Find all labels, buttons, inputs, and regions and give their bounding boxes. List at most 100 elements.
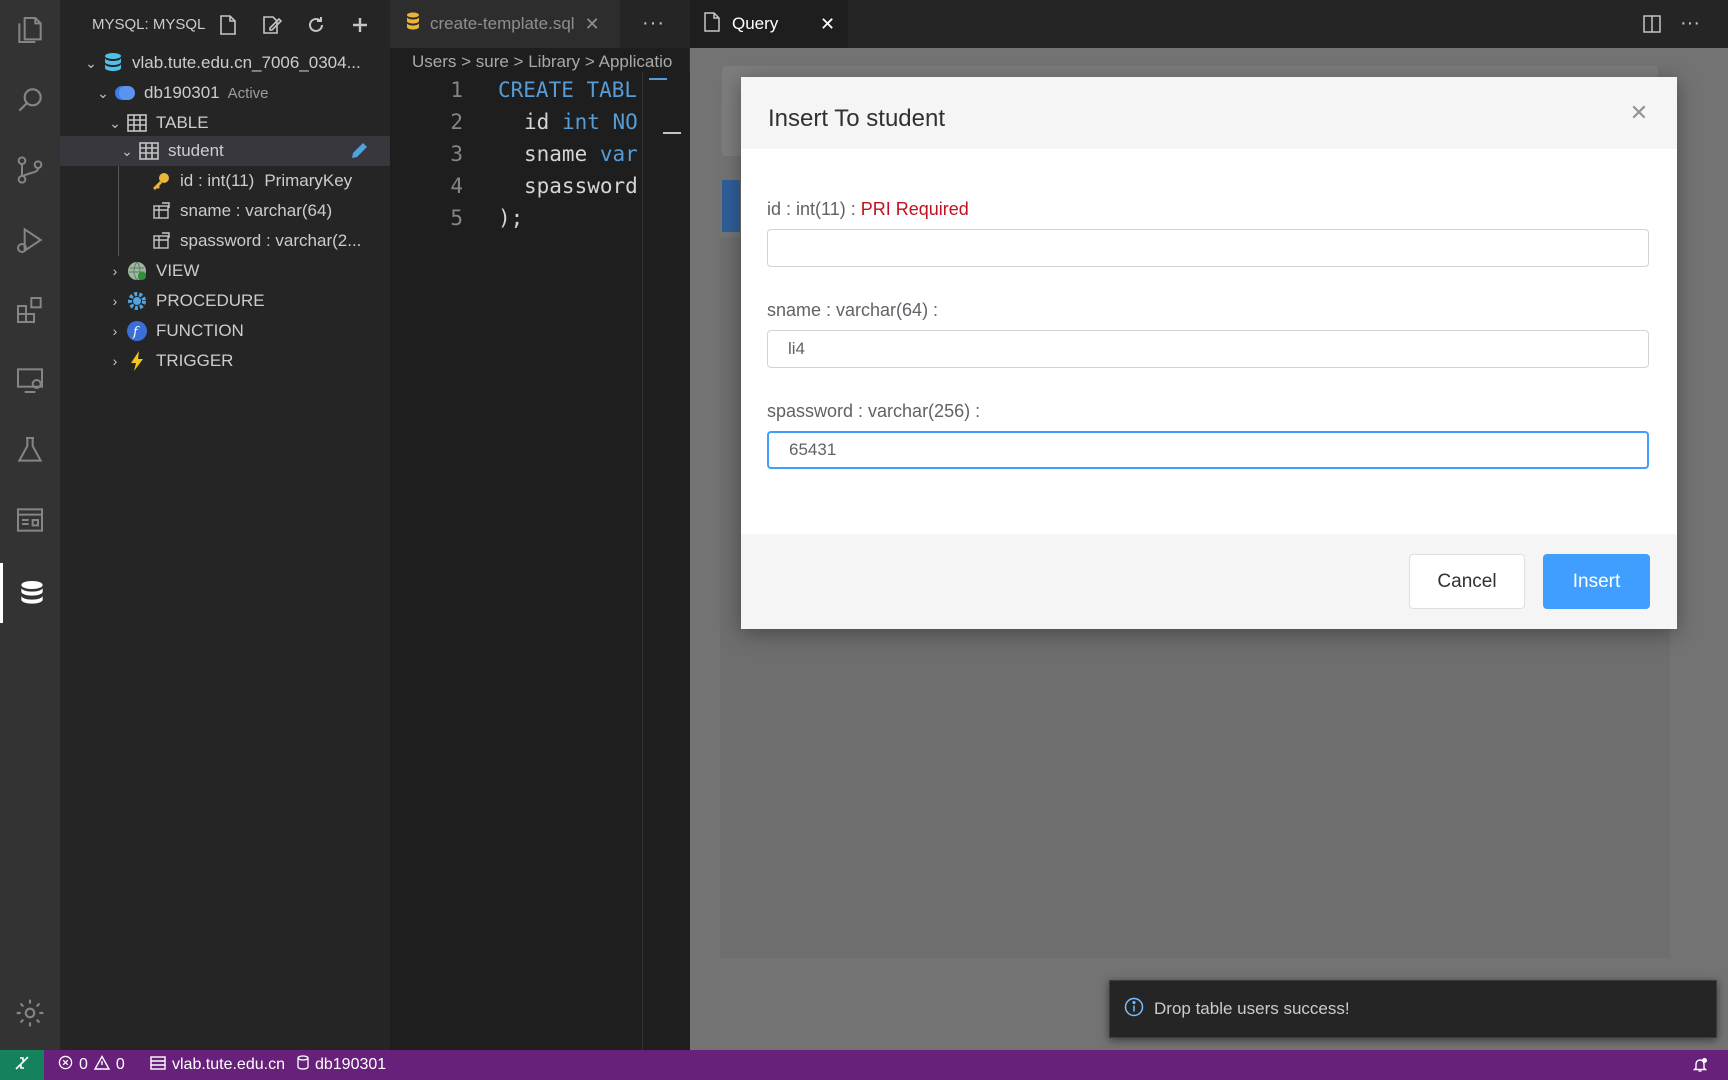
tree-connection[interactable]: ⌄ vlab.tute.edu.cn_7006_0304... [60,48,390,78]
tab-query[interactable]: Query ✕ [690,0,848,48]
explorer-icon[interactable] [0,0,60,60]
remote-explorer-icon[interactable] [0,350,60,410]
database-explorer-sidebar: MYSQL: MYSQL ⌄ vlab.tute.edu.cn_7006_030… [60,0,390,1050]
error-icon [58,1055,73,1075]
edit-pencil-icon[interactable] [348,140,370,167]
breadcrumb[interactable]: Users > sure > Library > Applicatio [412,52,672,72]
sname-input[interactable] [767,330,1649,368]
trigger-label: TRIGGER [156,351,234,370]
database-label: db190301 [314,1056,387,1073]
column-icon [150,200,172,222]
remote-icon [14,1055,30,1076]
tree-column-id[interactable]: id : int(11) PrimaryKey [60,166,390,196]
tree-procedure-group[interactable]: › PROCEDURE [60,286,390,316]
database-icon[interactable] [0,563,60,623]
required-marker: PRI Required [860,199,969,219]
dialog-footer: Cancel Insert [741,534,1677,629]
search-icon[interactable] [0,70,60,130]
add-connection-icon[interactable] [347,12,373,38]
tab-label: Query [732,14,779,33]
sql-file-icon [406,12,420,37]
tree-table-student[interactable]: ⌄ student [60,136,390,166]
tree-database[interactable]: ⌄ db190301 Active [60,78,390,108]
tree-function-group[interactable]: › f FUNCTION [60,316,390,346]
tree-column-sname[interactable]: sname : varchar(64) [60,196,390,226]
sidebar-header: MYSQL: MYSQL [60,0,390,48]
problems-indicator[interactable]: 0 0 [58,1050,125,1080]
activity-bar [0,0,60,1050]
table-group-label: TABLE [156,113,209,132]
connection-label: vlab.tute.edu.cn_7006_0304... [132,53,361,72]
tree-trigger-group[interactable]: › TRIGGER [60,346,390,376]
chevron-down-icon: ⌄ [109,114,121,131]
warning-icon [93,1055,111,1075]
function-icon: f [126,320,148,342]
insert-button[interactable]: Insert [1543,554,1650,609]
dialog-header: Insert To student ✕ [741,77,1677,149]
close-icon[interactable]: ✕ [585,14,600,35]
more-actions-icon[interactable]: ··· [642,12,665,35]
table-grid-icon [138,140,160,162]
view-globe-icon [126,260,148,282]
notification-message: Drop table users success! [1154,999,1350,1018]
run-debug-icon[interactable] [0,210,60,270]
more-actions-icon[interactable]: ··· [1680,12,1700,35]
insert-dialog: Insert To student ✕ id : int(11) : PRI R… [741,77,1677,629]
notifications-bell-icon[interactable] [1692,1050,1708,1080]
chevron-down-icon: ⌄ [97,84,109,101]
table-grid-icon [126,112,148,134]
database-active-badge: Active [227,84,269,102]
tree-indent-guide [118,166,119,256]
dialog-close-icon[interactable]: ✕ [1627,101,1651,125]
notification-toast[interactable]: Drop table users success! [1109,980,1717,1038]
editor-tabbar: create-template.sql ✕ ··· [390,0,690,48]
procedure-label: PROCEDURE [156,291,265,310]
chevron-down-icon: ⌄ [85,54,97,71]
connection-status[interactable]: vlab.tute.edu.cn db190301 [150,1050,386,1080]
cancel-button[interactable]: Cancel [1409,554,1525,609]
testing-icon[interactable] [0,420,60,480]
column-icon [150,230,172,252]
id-input[interactable] [767,229,1649,267]
remote-indicator[interactable] [0,1050,44,1080]
info-icon [1124,997,1144,1022]
database-stack-icon [114,82,136,104]
minimap[interactable] [642,72,690,1050]
column-label: id : int(11) [180,171,255,190]
spassword-input[interactable] [767,431,1649,469]
procedure-gear-icon [126,290,148,312]
tree-column-spassword[interactable]: spassword : varchar(2... [60,226,390,256]
output-panel-icon[interactable] [0,490,60,550]
status-bar: 0 0 vlab.tute.edu.cn db190301 [0,1050,1728,1080]
split-editor-icon[interactable] [1642,14,1662,39]
tree-view-group[interactable]: › VIEW [60,256,390,286]
chevron-right-icon: › [112,293,118,309]
edit-file-icon[interactable] [259,12,285,38]
database-label: db190301 [144,83,220,102]
new-query-icon[interactable] [215,12,241,38]
column-label: spassword : varchar(2... [180,231,362,250]
trigger-lightning-icon [126,350,148,372]
error-count: 0 [79,1056,88,1073]
field-label-id: id : int(11) : PRI Required [767,199,969,219]
field-label-spassword: spassword : varchar(256) : [767,401,981,421]
function-label: FUNCTION [156,321,244,340]
field-label-sname: sname : varchar(64) : [767,300,939,320]
refresh-icon[interactable] [303,12,329,38]
column-extra: PrimaryKey [264,171,353,190]
tree-table-group[interactable]: ⌄ TABLE [60,108,390,138]
primary-key-icon [150,170,172,192]
warning-count: 0 [115,1056,125,1073]
sidebar-title: MYSQL: MYSQL [92,15,206,33]
close-icon[interactable]: ✕ [820,14,835,35]
view-label: VIEW [156,261,200,280]
source-control-icon[interactable] [0,140,60,200]
settings-gear-icon[interactable] [0,983,60,1043]
chevron-right-icon: › [112,323,118,339]
tab-create-template[interactable]: create-template.sql ✕ [390,0,620,48]
table-label: student [168,141,224,160]
dialog-title: Insert To student [768,105,945,132]
database-cylinder-icon [297,1055,309,1075]
extensions-icon[interactable] [0,280,60,340]
chevron-right-icon: › [112,263,118,279]
